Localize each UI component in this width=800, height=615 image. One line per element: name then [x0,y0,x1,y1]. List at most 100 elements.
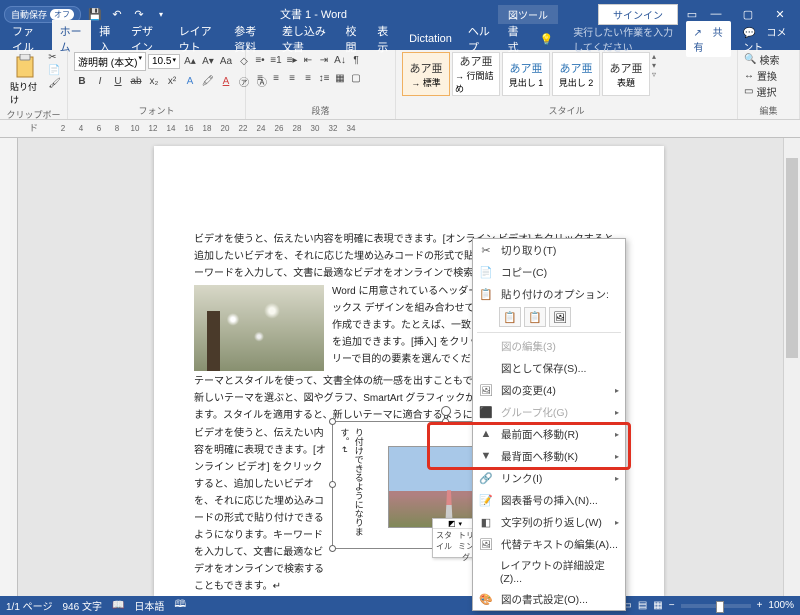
align-right-icon[interactable]: ≡ [284,70,300,86]
borders-icon[interactable]: ▢ [348,70,364,86]
bullets-icon[interactable]: ≡• [252,52,268,68]
paste-merge-icon[interactable]: 📋 [524,307,546,327]
cm-cut[interactable]: ✂切り取り(T) [473,239,625,261]
inline-image-blossom[interactable] [194,285,324,371]
view-print-icon[interactable]: ▤ [638,600,647,611]
scrollbar-thumb[interactable] [786,158,798,358]
line-spacing-icon[interactable]: ↕≡ [316,70,332,86]
multilevel-icon[interactable]: ≡▸ [284,52,300,68]
page-indicator[interactable]: 1/1 ページ [6,598,52,613]
change-case-icon[interactable]: Aa [218,54,234,70]
find-button[interactable]: 🔍検索 [744,52,779,67]
horizontal-ruler[interactable]: 246810121416182022242628303234 [0,120,800,138]
text-effect-icon[interactable]: A [182,73,198,89]
rotate-handle[interactable] [441,406,451,416]
zoom-level[interactable]: 100% [768,600,794,611]
font-color-icon[interactable]: A [218,73,234,89]
show-marks-icon[interactable]: ¶ [348,52,364,68]
text-wrap-icon: ◧ [477,514,495,530]
replace-button[interactable]: ↔置換 [744,68,779,83]
wrapped-text-left[interactable]: り付けできるようになります。↵ [337,428,366,544]
shrink-font-icon[interactable]: A▾ [200,54,216,70]
alt-text-icon: 🖼 [477,536,495,552]
vertical-scrollbar[interactable] [783,138,800,596]
cm-insert-caption[interactable]: 📝図表番号の挿入(N)... [473,489,625,511]
paste-keep-source-icon[interactable]: 📋 [499,307,521,327]
font-name-select[interactable]: 游明朝 (本文)▾ [74,52,146,71]
cm-alt-text[interactable]: 🖼代替テキストの編集(A)... [473,533,625,555]
layout-style-label[interactable]: スタイル [433,529,455,564]
cm-format-picture[interactable]: 🎨図の書式設定(O)... [473,588,625,610]
select-button[interactable]: ▭選択 [744,84,779,99]
zoom-slider[interactable] [681,604,751,608]
chevron-right-icon: ▸ [615,386,619,395]
tab-dictation[interactable]: Dictation [401,30,460,48]
document-area: ビデオを使うと、伝えたい内容を明確に表現できます。[オンライン ビデオ] をクリ… [0,138,800,596]
justify-icon[interactable]: ≡ [300,70,316,86]
italic-icon[interactable]: I [92,73,108,89]
accessibility-icon[interactable]: 🕮 [174,597,186,614]
cm-text-wrap[interactable]: ◧文字列の折り返し(W)▸ [473,511,625,533]
group-styles-label: スタイル [402,104,731,117]
resize-handle-sw[interactable] [329,545,336,552]
replace-icon: ↔ [744,70,754,81]
ribbon-options-icon[interactable]: ▭ [684,6,700,22]
paste-button[interactable]: 貼り付け [6,52,44,108]
copy-icon: 📄 [477,264,495,280]
cm-send-back[interactable]: ▼最背面へ移動(K)▸ [473,445,625,467]
zoom-out-icon[interactable]: − [669,600,675,611]
zoom-in-icon[interactable]: + [757,600,763,611]
group-editing-label: 編集 [744,104,793,117]
cm-change-picture[interactable]: 🖼図の変更(4)▸ [473,379,625,401]
underline-icon[interactable]: U [110,73,126,89]
paragraph[interactable]: ビデオを使うと、伝えたい内容を明確に表現できます。[オンライン ビデオ] をクリ… [194,425,329,595]
cm-bring-front[interactable]: ▲最前面へ移動(R)▸ [473,423,625,445]
autosave-label: 自動保存 [11,8,47,21]
strike-icon[interactable]: ab [128,73,144,89]
word-count[interactable]: 946 文字 [62,598,101,613]
autosave-state: オフ [50,9,74,20]
paste-picture-icon[interactable]: 🖼 [549,307,571,327]
superscript-icon[interactable]: x² [164,73,180,89]
style-title[interactable]: あア亜表題 [602,52,650,96]
cm-layout-detail[interactable]: レイアウトの詳細設定(Z)... [473,555,625,588]
style-nospacing[interactable]: あア亜→ 行間詰め [452,52,500,96]
chevron-down-icon: ▾ [459,520,463,528]
cm-paste-header: 📋貼り付けのオプション: [473,283,625,305]
resize-handle-n[interactable] [442,418,449,425]
resize-handle-nw[interactable] [329,418,336,425]
context-menu: ✂切り取り(T) 📄コピー(C) 📋貼り付けのオプション: 📋 📋 🖼 図の編集… [472,238,626,611]
shading-icon[interactable]: ▦ [332,70,348,86]
numbering-icon[interactable]: ≡1 [268,52,284,68]
align-center-icon[interactable]: ≡ [268,70,284,86]
grow-font-icon[interactable]: A▴ [182,54,198,70]
spellcheck-icon[interactable]: 📖 [112,600,124,611]
indent-inc-icon[interactable]: ⇥ [316,52,332,68]
styles-gallery-more[interactable]: ▴▾▿ [652,52,656,79]
vertical-ruler[interactable] [0,138,18,596]
group-clipboard-label: クリップボード [6,108,61,134]
font-size-select[interactable]: 10.5▾ [148,54,180,69]
cut-icon[interactable]: ✂ [48,52,61,63]
bring-front-icon: ▲ [477,426,495,442]
format-painter-icon[interactable]: 🖌 [48,78,61,89]
ribbon: 貼り付け ✂ 📄 🖌 クリップボード 游明朝 (本文)▾ 10.5▾ A▴ A▾… [0,50,800,120]
highlight-icon[interactable]: 🖍 [200,73,216,89]
bold-icon[interactable]: B [74,73,90,89]
resize-handle-w[interactable] [329,481,336,488]
cm-copy[interactable]: 📄コピー(C) [473,261,625,283]
copy-icon[interactable]: 📄 [48,65,61,76]
sort-icon[interactable]: A↓ [332,52,348,68]
cm-link[interactable]: 🔗リンク(I)▸ [473,467,625,489]
format-icon: 🎨 [477,591,495,607]
view-web-icon[interactable]: ▦ [653,600,662,611]
subscript-icon[interactable]: x₂ [146,73,162,89]
cm-save-as-picture[interactable]: 図として保存(S)... [473,357,625,379]
align-left-icon[interactable]: ≡ [252,70,268,86]
indent-dec-icon[interactable]: ⇤ [300,52,316,68]
language-indicator[interactable]: 日本語 [134,598,164,613]
style-heading2[interactable]: あア亜見出し 2 [552,52,600,96]
style-heading1[interactable]: あア亜見出し 1 [502,52,550,96]
style-normal[interactable]: あア亜→ 標準 [402,52,450,96]
ribbon-tabs: ファイル ホーム 挿入 デザイン レイアウト 参考資料 差し込み文書 校閲 表示… [0,28,800,50]
